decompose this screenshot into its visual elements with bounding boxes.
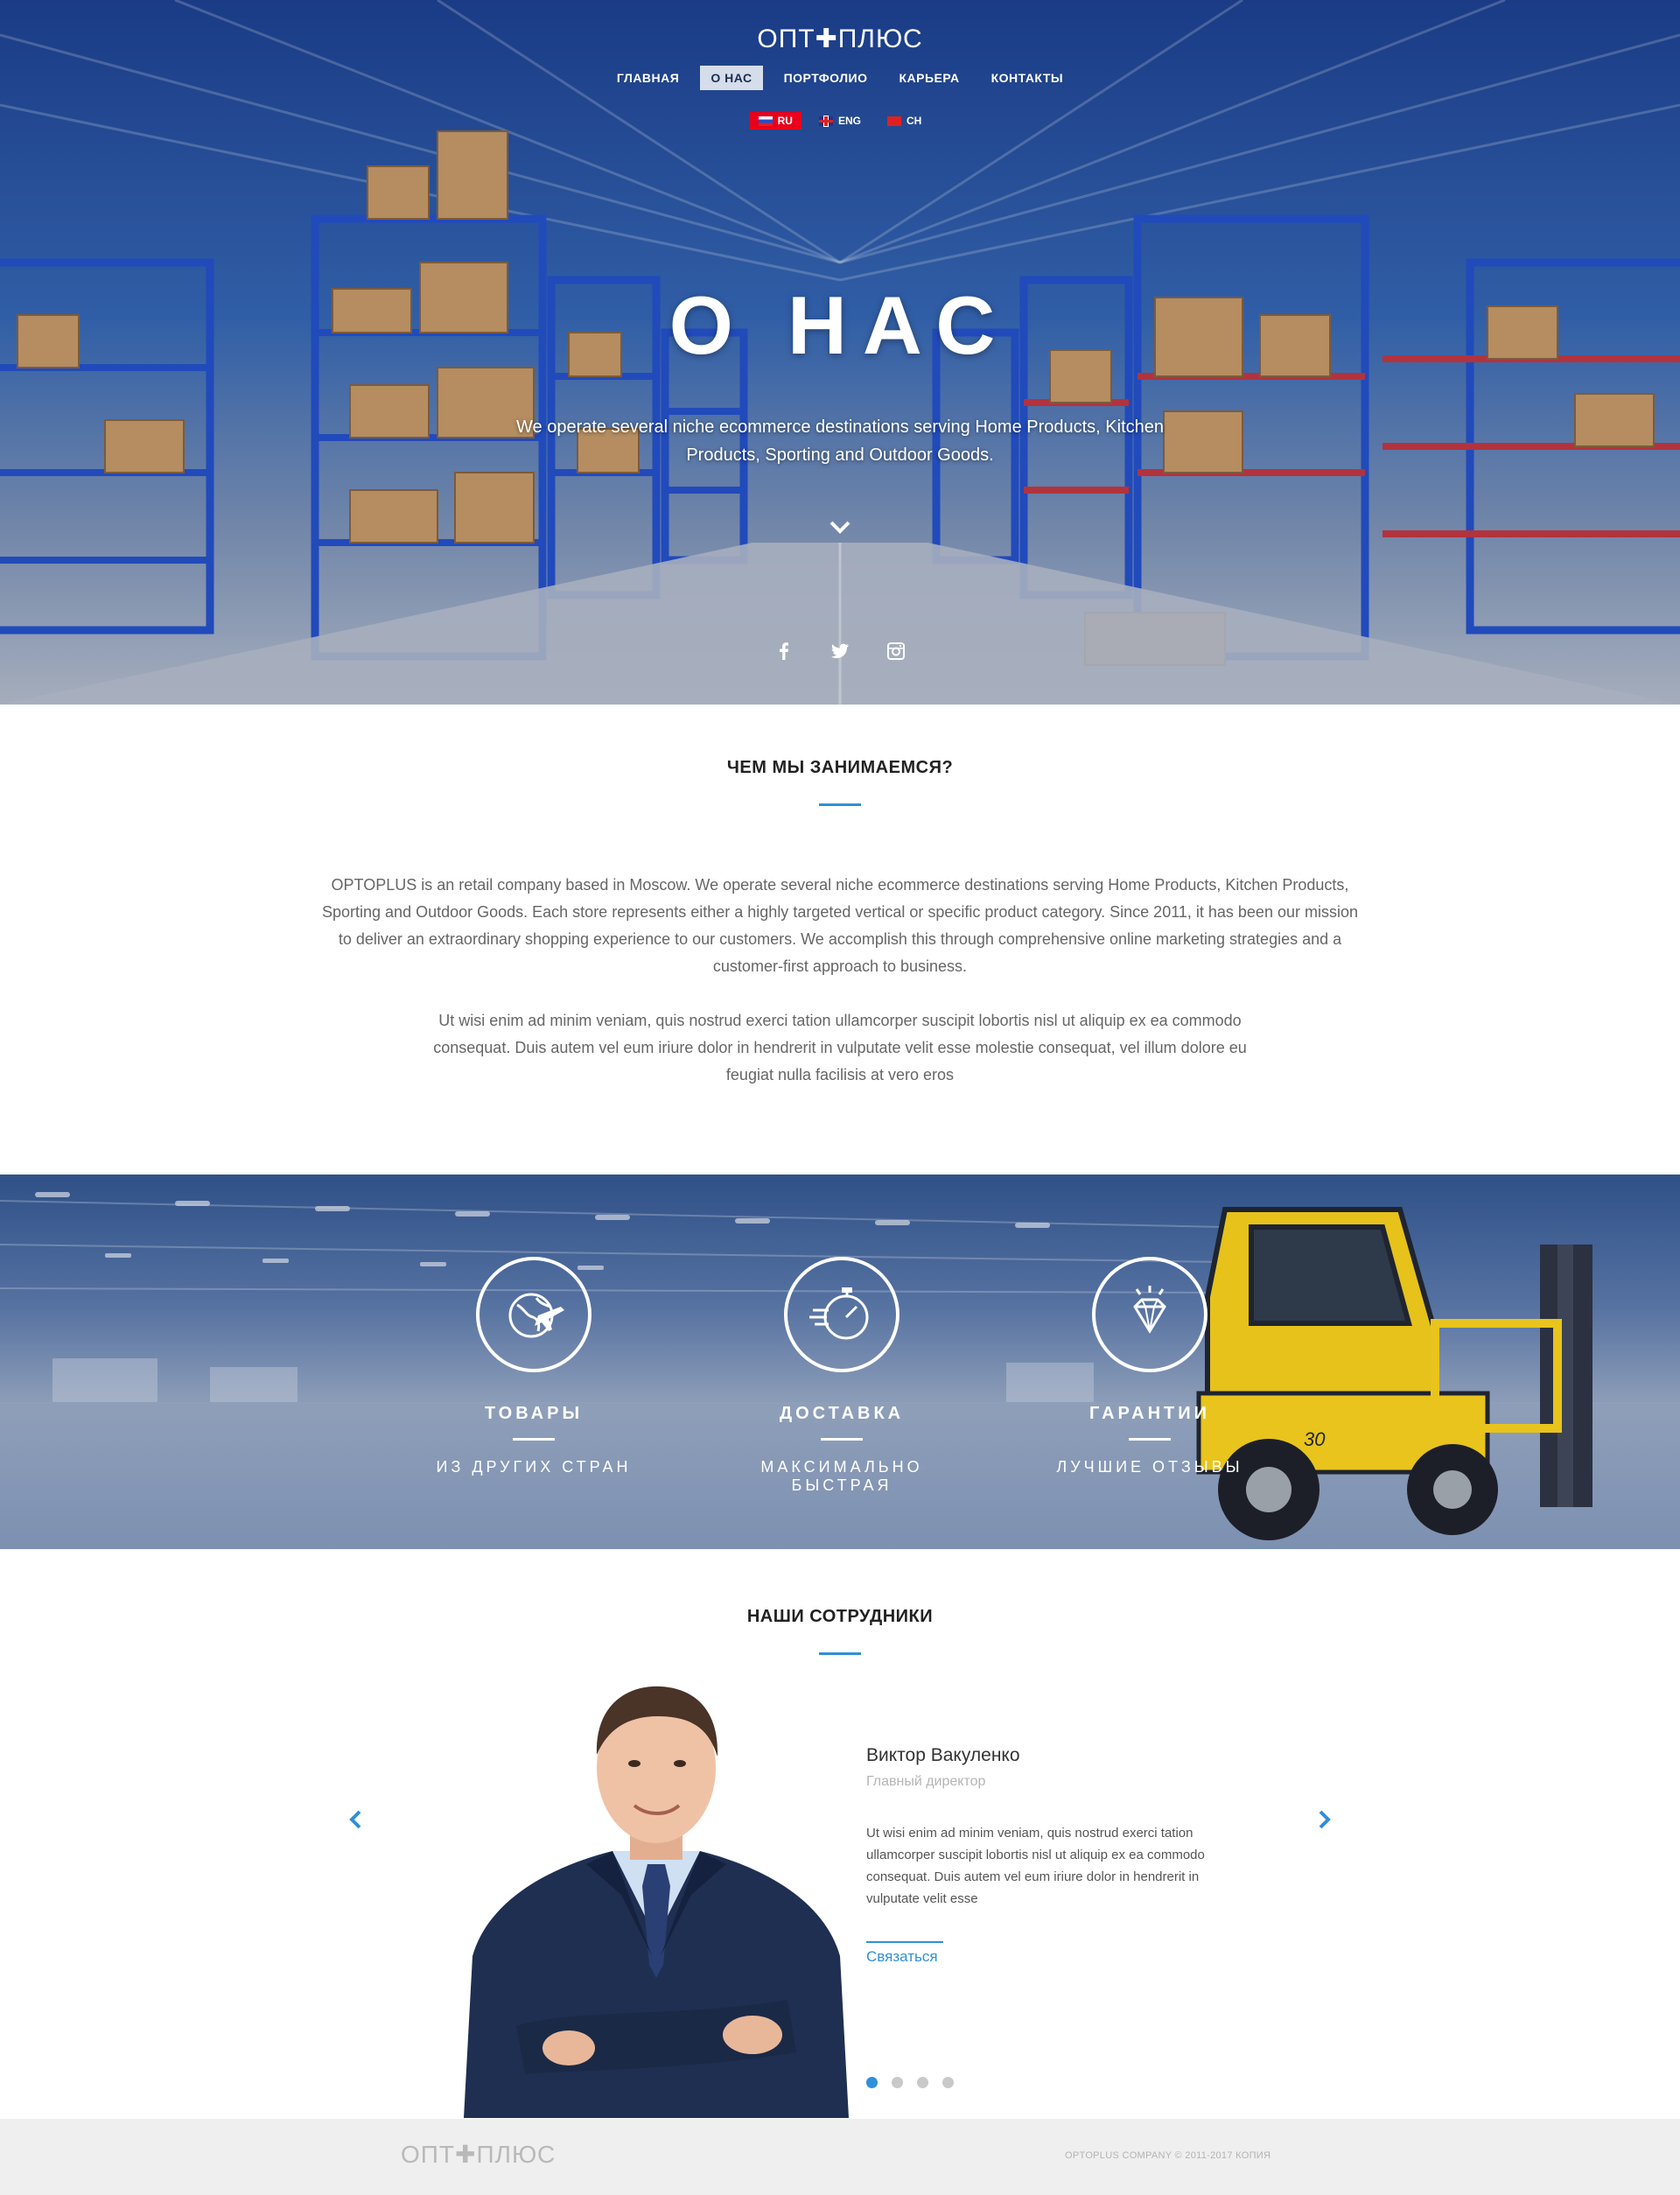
feature-delivery-circle	[784, 1257, 900, 1372]
feature-guarantees-underline	[1129, 1438, 1171, 1441]
chevron-right-icon[interactable]	[1311, 1806, 1337, 1833]
twitter-icon[interactable]	[830, 642, 850, 661]
feature-delivery-subtitle: МАКСИМАЛЬНО БЫСТРАЯ	[760, 1458, 923, 1494]
stopwatch-icon	[809, 1287, 869, 1340]
main-nav: ГЛАВНАЯ О НАС ПОРТФОЛИО КАРЬЕРА КОНТАКТЫ	[0, 66, 1680, 90]
employee-bio: Ut wisi enim ad minim veniam, quis nostr…	[866, 1826, 1205, 1906]
facebook-icon[interactable]	[774, 642, 794, 661]
about-title: ЧЕМ МЫ ЗАНИМАЕМСЯ?	[726, 758, 954, 777]
feature-goods-subtitle: ИЗ ДРУГИХ СТРАН	[436, 1458, 632, 1476]
employee-name: Виктор Вакуленко	[866, 1745, 1020, 1765]
features-banner: 30 ТОВАРЫ ИЗ ДРУГИХ СТРАН ДОСТАВКА МАКСИ…	[0, 1175, 1680, 1549]
feature-goods-circle	[476, 1257, 592, 1372]
hero-subtitle: We operate several niche ecommerce desti…	[516, 417, 1164, 465]
about-title-underline	[819, 803, 861, 806]
feature-guarantees: ГАРАНТИИ ЛУЧШИЕ ОТЗЫВЫ	[1018, 1257, 1281, 1476]
footer: ОПТ✚ПЛЮС OPTOPLUS COMPANY © 2011-2017 КО…	[0, 2119, 1680, 2195]
feature-goods: ТОВАРЫ ИЗ ДРУГИХ СТРАН	[402, 1257, 665, 1476]
hero-banner: ОПТ✚ПЛЮС ГЛАВНАЯ О НАС ПОРТФОЛИО КАРЬЕРА…	[0, 0, 1680, 705]
lang-eng[interactable]: ENG	[810, 112, 870, 130]
feature-guarantees-title: ГАРАНТИИ	[1089, 1404, 1210, 1423]
instagram-icon[interactable]	[886, 642, 906, 661]
svg-text:30: 30	[1304, 1428, 1326, 1450]
flag-china-icon	[887, 116, 901, 126]
contact-link[interactable]: Связаться	[866, 1948, 938, 1966]
nav-item-about[interactable]: О НАС	[700, 66, 763, 90]
nav-item-career[interactable]: КАРЬЕРА	[888, 66, 970, 90]
lang-ru-label: RU	[777, 115, 793, 127]
social-links	[0, 642, 1680, 661]
employee-role: Главный директор	[866, 1774, 986, 1789]
flag-ru-icon	[758, 116, 773, 126]
feature-goods-underline	[513, 1438, 555, 1441]
language-switcher: RU ENG CH	[0, 112, 1680, 130]
employee-photo	[464, 1686, 849, 2118]
lang-ru[interactable]: RU	[749, 112, 802, 130]
contact-link-line	[866, 1941, 943, 1943]
flag-uk-icon	[818, 116, 833, 126]
about-paragraph-2: Ut wisi enim ad minim veniam, quis nostr…	[433, 1012, 1247, 1083]
lang-ch-label: CH	[906, 115, 922, 127]
nav-item-contacts[interactable]: КОНТАКТЫ	[981, 66, 1074, 90]
slider-pagination	[866, 2077, 954, 2088]
lang-eng-label: ENG	[837, 115, 861, 127]
chevron-left-icon[interactable]	[343, 1806, 369, 1833]
lang-ch[interactable]: CH	[878, 112, 930, 130]
feature-guarantees-circle	[1092, 1257, 1208, 1372]
footer-logo[interactable]: ОПТ✚ПЛЮС	[401, 2140, 556, 2169]
about-paragraph-1: OPTOPLUS is an retail company based in M…	[322, 876, 1358, 975]
globe-plane-icon	[508, 1293, 564, 1338]
nav-item-home[interactable]: ГЛАВНАЯ	[606, 66, 690, 90]
nav-item-portfolio[interactable]: ПОРТФОЛИО	[774, 66, 878, 90]
feature-delivery-underline	[821, 1438, 863, 1441]
team-title: НАШИ СОТРУДНИКИ	[746, 1607, 934, 1626]
footer-copyright: OPTOPLUS COMPANY © 2011-2017 КОПИЯ	[1065, 2150, 1271, 2161]
slider-dot-4[interactable]	[942, 2077, 954, 2088]
slider-dot-2[interactable]	[892, 2077, 903, 2088]
feature-goods-title: ТОВАРЫ	[484, 1404, 584, 1423]
chevron-down-icon[interactable]	[824, 515, 856, 539]
feature-delivery-title: ДОСТАВКА	[779, 1404, 905, 1423]
site-logo[interactable]: ОПТ✚ПЛЮС	[0, 24, 1680, 54]
hero-title: О НАС	[668, 279, 1012, 371]
slider-dot-3[interactable]	[917, 2077, 928, 2088]
slider-dot-1[interactable]	[866, 2077, 878, 2088]
team-title-underline	[819, 1652, 861, 1655]
feature-delivery: ДОСТАВКА МАКСИМАЛЬНО БЫСТРАЯ	[710, 1257, 973, 1495]
feature-guarantees-subtitle: ЛУЧШИЕ ОТЗЫВЫ	[1056, 1458, 1243, 1476]
diamond-icon	[1133, 1286, 1166, 1334]
